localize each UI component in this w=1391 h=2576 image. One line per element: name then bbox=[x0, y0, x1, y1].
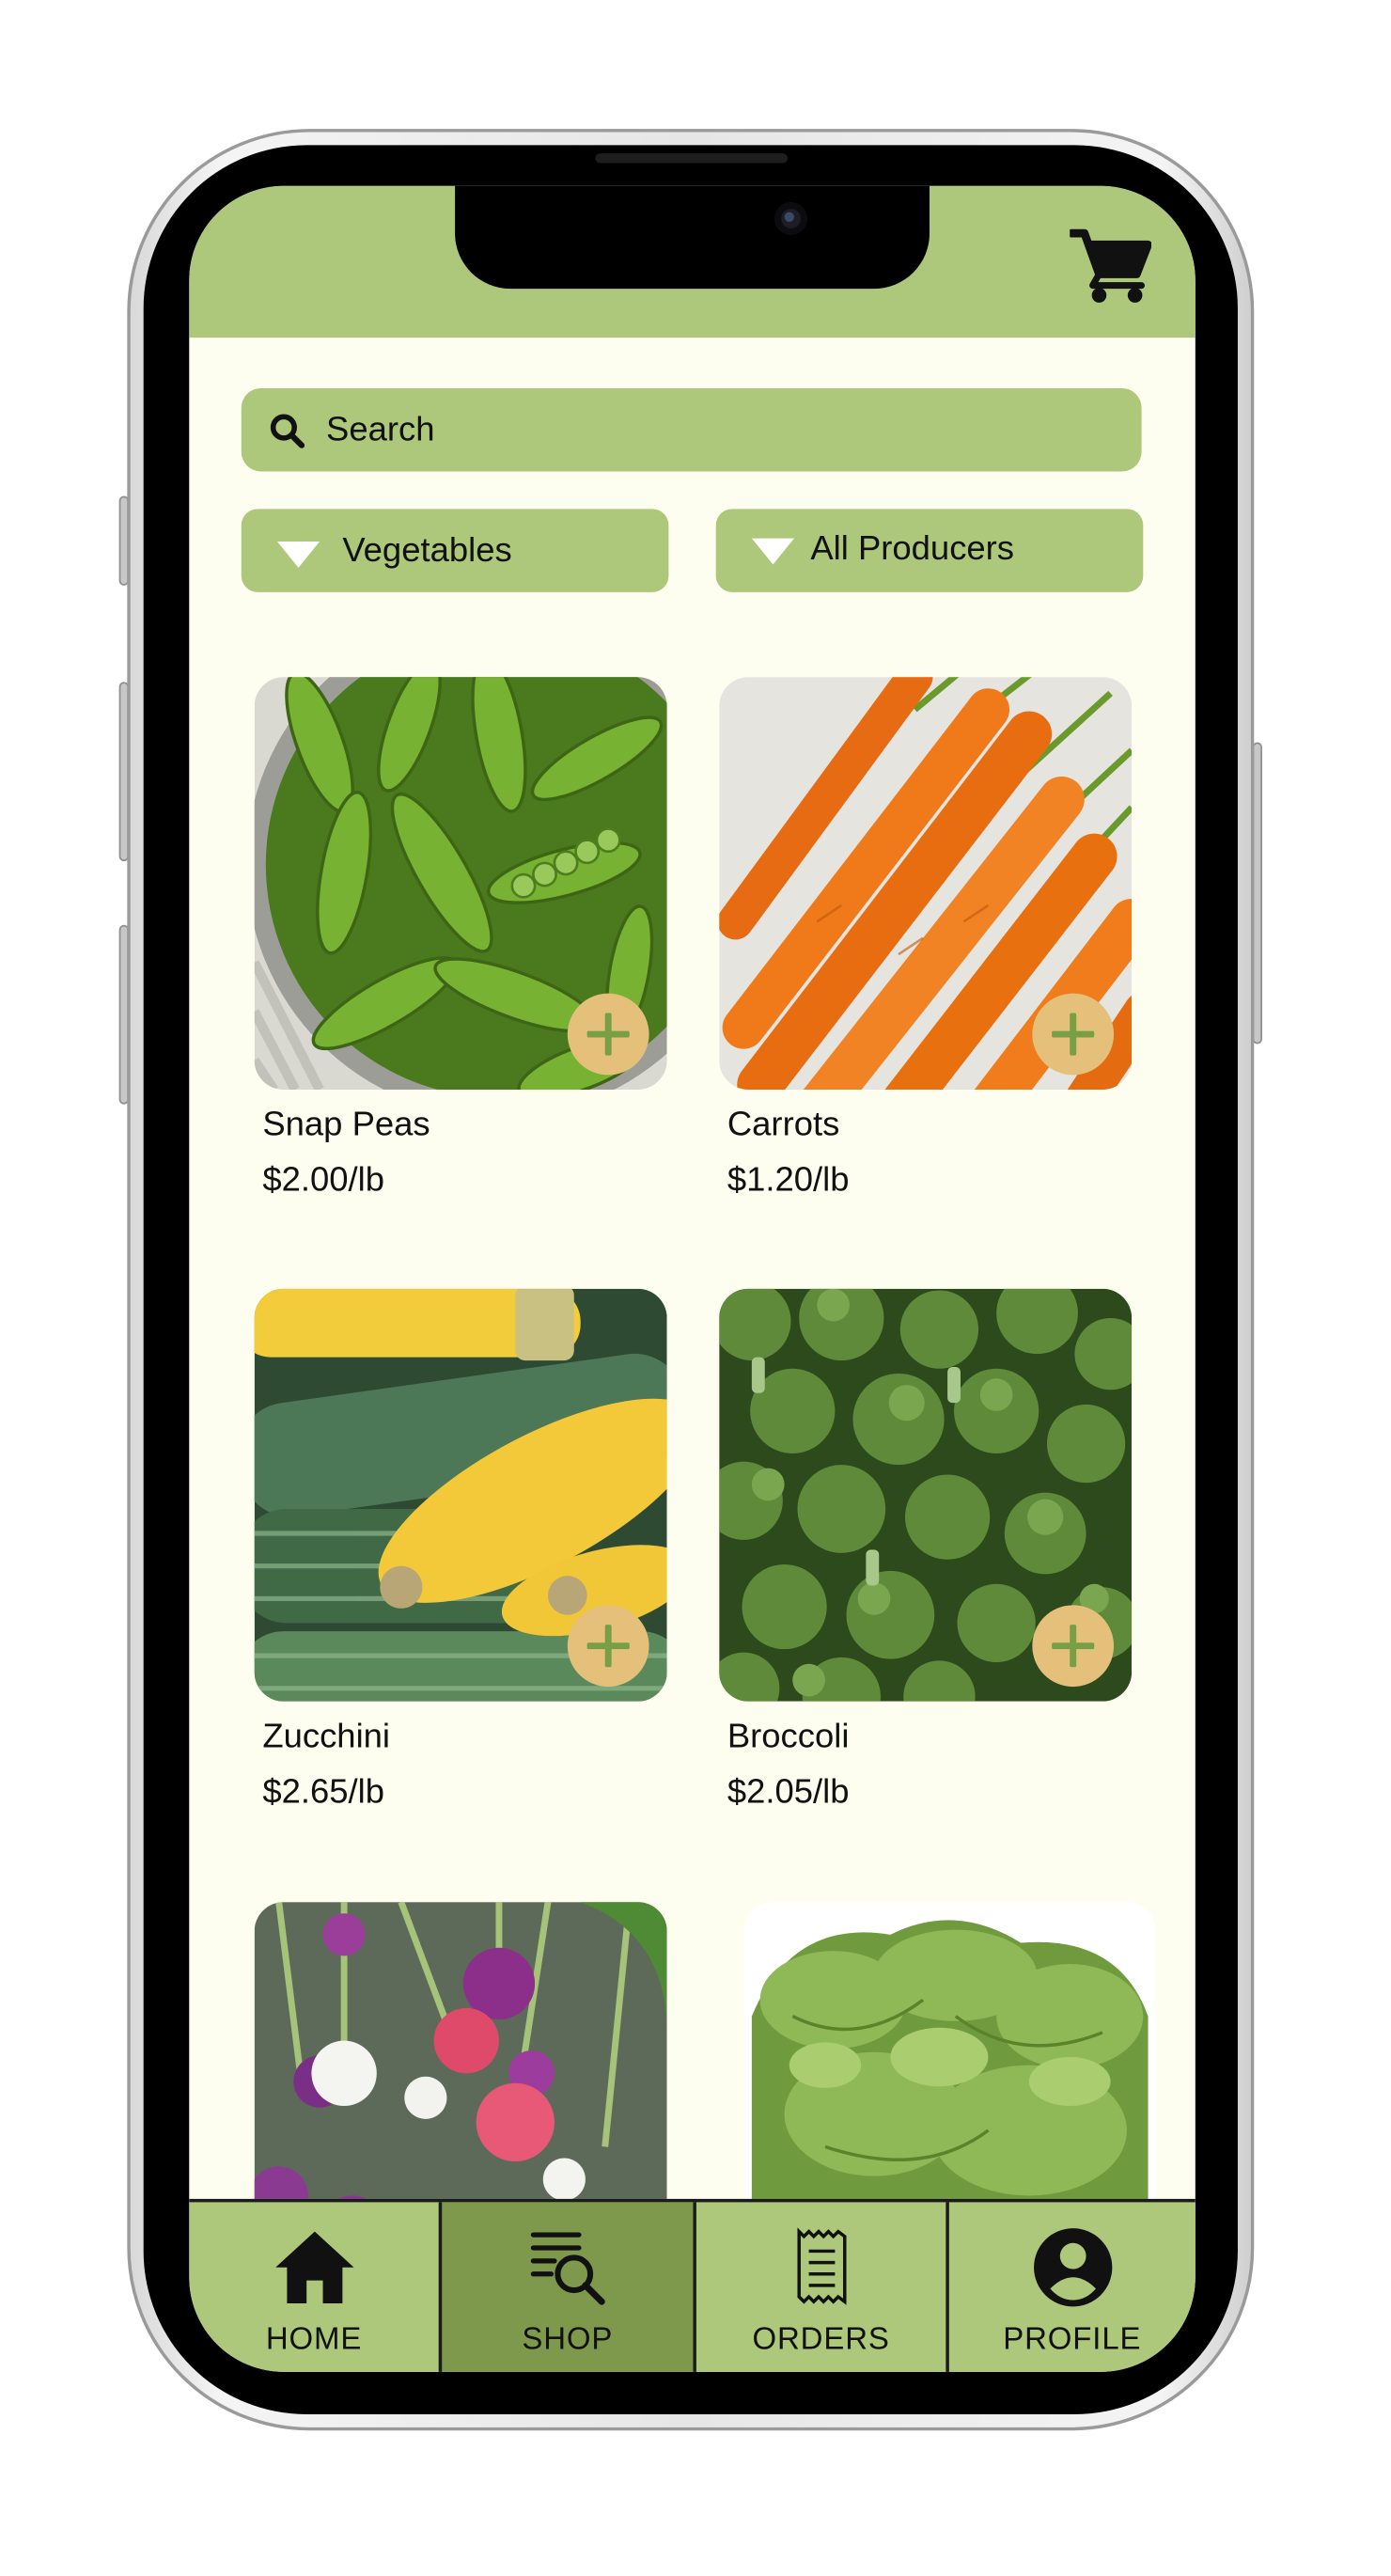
front-camera bbox=[774, 202, 807, 235]
tab-shop[interactable]: SHOP bbox=[438, 2202, 694, 2372]
tab-home[interactable]: HOME bbox=[189, 2202, 438, 2371]
tab-label: HOME bbox=[265, 2322, 363, 2358]
product-price: $2.65/lb bbox=[262, 1773, 385, 1811]
dropdown-triangle-icon bbox=[276, 542, 320, 568]
bottom-tab-bar: HOME SHOP ORDERS PROFILE bbox=[189, 2198, 1196, 2372]
product-price: $2.00/lb bbox=[262, 1161, 385, 1200]
tab-label: PROFILE bbox=[1003, 2322, 1142, 2358]
product-card-carrots[interactable]: Carrots $1.20/lb bbox=[719, 677, 1133, 1199]
home-icon bbox=[274, 2231, 353, 2303]
add-to-cart-plus-icon[interactable] bbox=[567, 993, 649, 1076]
product-image-carrots bbox=[719, 677, 1133, 1091]
add-to-cart-plus-icon[interactable] bbox=[567, 1605, 649, 1688]
app-stage: Vegetables All Producers bbox=[0, 0, 1391, 2556]
tab-orders[interactable]: ORDERS bbox=[693, 2202, 946, 2372]
app-screen: Vegetables All Producers bbox=[189, 185, 1196, 2372]
category-dropdown-value: Vegetables bbox=[342, 531, 512, 570]
earpiece-speaker bbox=[595, 153, 789, 164]
add-to-cart-plus-icon[interactable] bbox=[1032, 1605, 1115, 1688]
tab-label: SHOP bbox=[522, 2322, 614, 2358]
product-card-zucchini[interactable]: Zucchini $2.65/lb bbox=[254, 1288, 667, 1811]
product-image-broccoli bbox=[719, 1288, 1133, 1702]
product-card-broccoli[interactable]: Broccoli $2.05/lb bbox=[719, 1288, 1133, 1811]
product-name: Zucchini bbox=[262, 1718, 391, 1755]
product-card-snap-peas[interactable]: Snap Peas $2.00/lb bbox=[254, 677, 667, 1199]
product-price: $2.05/lb bbox=[727, 1773, 850, 1811]
product-price: $1.20/lb bbox=[727, 1161, 850, 1200]
product-image-zucchini bbox=[254, 1288, 667, 1702]
product-image-snap-peas bbox=[254, 677, 667, 1091]
camera-notch bbox=[455, 185, 930, 290]
receipt-icon bbox=[796, 2227, 846, 2305]
tab-profile[interactable]: PROFILE bbox=[946, 2202, 1195, 2372]
dropdown-triangle-icon bbox=[751, 538, 794, 565]
shop-search-icon bbox=[530, 2232, 605, 2305]
profile-icon bbox=[1033, 2228, 1112, 2307]
producer-dropdown[interactable]: All Producers bbox=[715, 509, 1144, 592]
category-dropdown[interactable]: Vegetables bbox=[241, 509, 669, 592]
product-name: Snap Peas bbox=[262, 1106, 430, 1144]
cart-icon[interactable] bbox=[1070, 225, 1151, 303]
search-input[interactable] bbox=[326, 387, 1109, 472]
search-bar[interactable] bbox=[241, 387, 1142, 472]
product-name: Carrots bbox=[727, 1106, 840, 1144]
producer-dropdown-value: All Producers bbox=[810, 529, 1015, 568]
product-name: Broccoli bbox=[727, 1718, 850, 1755]
search-icon bbox=[270, 414, 305, 448]
add-to-cart-plus-icon[interactable] bbox=[1032, 993, 1115, 1076]
tab-label: ORDERS bbox=[752, 2322, 890, 2358]
